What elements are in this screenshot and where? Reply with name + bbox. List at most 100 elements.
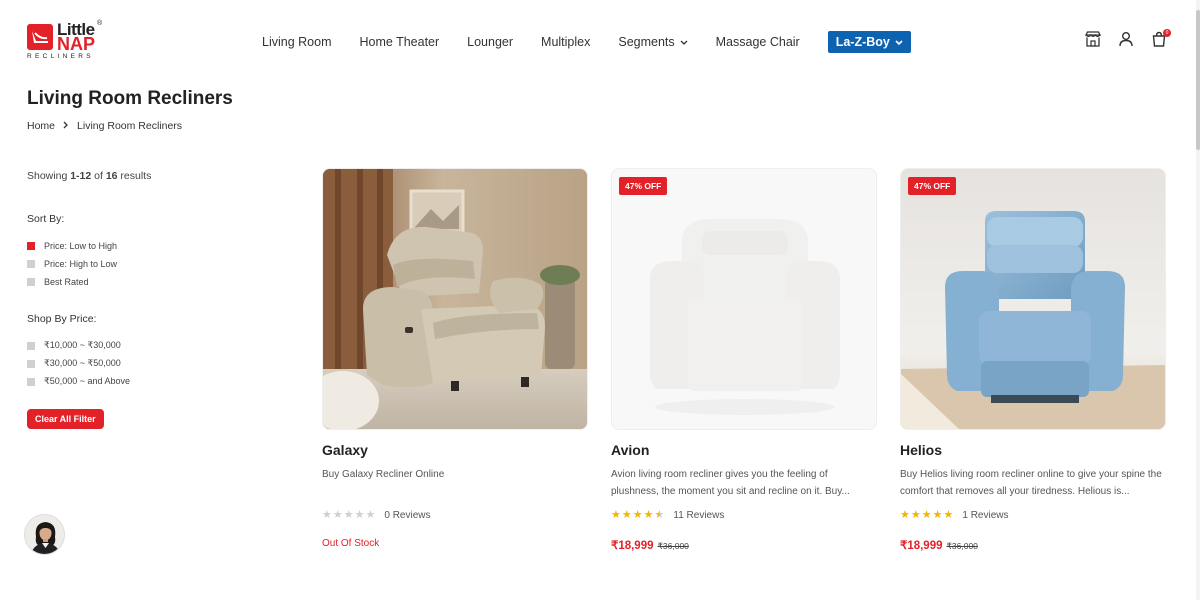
product-image[interactable]: 47% OFF [611, 168, 877, 430]
recliner-logo-icon [27, 24, 53, 50]
review-count: 1 Reviews [962, 510, 1009, 521]
sort-option-price-low-high[interactable]: Price: Low to High [27, 241, 117, 251]
price-option-label: ₹30,000 ~ ₹50,000 [44, 358, 121, 368]
product-price: ₹18,999 ₹36,000 [611, 538, 689, 552]
nav-multiplex[interactable]: Multiplex [541, 35, 590, 49]
user-icon[interactable] [1117, 30, 1135, 48]
nav-label: Home Theater [359, 35, 440, 49]
store-icon[interactable] [1084, 30, 1102, 48]
nav-massage-chair[interactable]: Massage Chair [716, 35, 800, 49]
nav-la-z-boy-button[interactable]: La-Z-Boy [827, 31, 911, 53]
original-price: ₹36,000 [946, 541, 978, 551]
results-total: 16 [105, 170, 118, 182]
product-name[interactable]: Avion [611, 442, 877, 458]
product-description: Avion living room recliner gives you the… [611, 469, 850, 497]
price-option-label: ₹10,000 ~ ₹30,000 [44, 340, 121, 350]
star-filled-icon: ★ [900, 509, 910, 521]
star-rating: ★ ★ ★ ★ ★ [900, 510, 954, 521]
logo-registered-mark: ® [97, 20, 103, 27]
brand-logo[interactable]: Little ® NAP RECLINERS [27, 20, 107, 64]
chevron-down-icon [680, 35, 688, 49]
product-description: Buy Helios living room recliner online t… [900, 469, 1162, 497]
star-rating: ★ ★ ★ ★ ★ [322, 510, 376, 521]
clear-all-filter-button[interactable]: Clear All Filter [27, 409, 104, 429]
star-filled-icon: ★ [632, 509, 643, 521]
checkbox-indicator [27, 377, 35, 386]
discount-badge: 47% OFF [619, 177, 668, 195]
product-image[interactable]: 47% OFF [900, 168, 1166, 430]
star-filled-icon: ★ [943, 509, 954, 521]
star-filled-icon: ★ [643, 509, 654, 521]
stock-status: Out Of Stock [322, 538, 379, 549]
radio-indicator [27, 260, 35, 268]
product-rating: ★ ★ ★ ★ ★ 11 Reviews [611, 510, 725, 522]
cart-count-badge: 0 [1163, 29, 1171, 37]
checkbox-indicator [27, 341, 35, 350]
nav-segments[interactable]: Segments [618, 35, 688, 49]
breadcrumb-home-link[interactable]: Home [27, 120, 55, 132]
star-rating: ★ ★ ★ ★ ★ [611, 510, 665, 521]
review-count: 0 Reviews [384, 510, 431, 521]
nav-label: Segments [618, 35, 675, 49]
main-nav: Living Room Home Theater Lounger Multipl… [262, 31, 911, 53]
price-filter-30k-50k[interactable]: ₹30,000 ~ ₹50,000 [27, 358, 121, 369]
sort-by-heading: Sort By: [27, 213, 65, 225]
star-filled-icon: ★ [611, 509, 621, 521]
product-name[interactable]: Helios [900, 442, 1166, 458]
nav-label: Multiplex [541, 35, 591, 49]
product-image[interactable] [322, 168, 588, 430]
star-empty-icon: ★ [343, 509, 354, 521]
review-count: 11 Reviews [673, 510, 725, 521]
star-empty-icon: ★ [354, 509, 365, 521]
sale-price: ₹18,999 [900, 540, 943, 552]
product-price: ₹18,999 ₹36,000 [900, 538, 978, 552]
sort-option-label: Price: Low to High [44, 241, 118, 251]
product-card-galaxy[interactable]: Galaxy Buy Galaxy Recliner Online ★ ★ ★ … [322, 168, 588, 549]
logo-nap-text: NAP [57, 34, 96, 54]
product-description: Buy Galaxy Recliner Online [322, 469, 445, 480]
results-prefix: Showing [27, 170, 71, 182]
chat-support-avatar[interactable] [24, 514, 65, 555]
sort-option-label: Price: High to Low [44, 259, 118, 269]
sort-option-label: Best Rated [44, 277, 89, 287]
star-filled-icon: ★ [621, 509, 632, 521]
nav-label: Massage Chair [715, 35, 800, 49]
chevron-down-icon [895, 35, 903, 49]
out-of-stock-label: Out Of Stock [322, 538, 380, 549]
site-header: Little ® NAP RECLINERS Living Room Home … [0, 0, 1200, 80]
star-filled-icon: ★ [910, 509, 921, 521]
price-filter-10k-30k[interactable]: ₹10,000 ~ ₹30,000 [27, 340, 121, 351]
star-empty-icon: ★ [322, 509, 332, 521]
nav-label: Lounger [467, 35, 514, 49]
cart-icon[interactable]: 0 [1150, 29, 1171, 48]
product-card-avion[interactable]: 47% OFF Avion Avion living room recliner… [611, 168, 877, 552]
product-rating: ★ ★ ★ ★ ★ 1 Reviews [900, 510, 1009, 522]
star-empty-icon: ★ [365, 509, 376, 521]
product-rating: ★ ★ ★ ★ ★ 0 Reviews [322, 510, 431, 522]
shop-by-price-heading: Shop By Price: [27, 313, 97, 325]
price-option-label: ₹50,000 ~ and Above [44, 376, 131, 386]
results-count: Showing 1-12 of 16 results [27, 170, 267, 182]
star-filled-icon: ★ [932, 509, 943, 521]
logo-subtitle: RECLINERS [27, 53, 94, 60]
nav-label: La-Z-Boy [835, 35, 890, 49]
nav-home-theater[interactable]: Home Theater [359, 35, 439, 49]
price-filter-50k-above[interactable]: ₹50,000 ~ and Above [27, 376, 130, 387]
scrollbar-thumb[interactable] [1196, 10, 1200, 150]
original-price: ₹36,000 [657, 541, 689, 551]
nav-living-room[interactable]: Living Room [262, 35, 331, 49]
checkbox-indicator [27, 359, 35, 368]
star-empty-icon: ★ [332, 509, 343, 521]
product-name[interactable]: Galaxy [322, 442, 588, 458]
sort-option-price-high-low[interactable]: Price: High to Low [27, 259, 117, 269]
sort-option-best-rated[interactable]: Best Rated [27, 277, 89, 287]
results-of: of [91, 170, 106, 182]
star-half-icon: ★ [654, 509, 665, 521]
sale-price: ₹18,999 [611, 540, 654, 552]
radio-indicator [27, 278, 35, 286]
nav-lounger[interactable]: Lounger [467, 35, 513, 49]
discount-badge: 47% OFF [908, 177, 957, 195]
product-card-helios[interactable]: 47% OFF Helios Buy Helios living room re… [900, 168, 1166, 552]
page-scrollbar[interactable] [1196, 0, 1200, 600]
filter-sidebar: Showing 1-12 of 16 results Sort By: Pric… [27, 170, 267, 429]
